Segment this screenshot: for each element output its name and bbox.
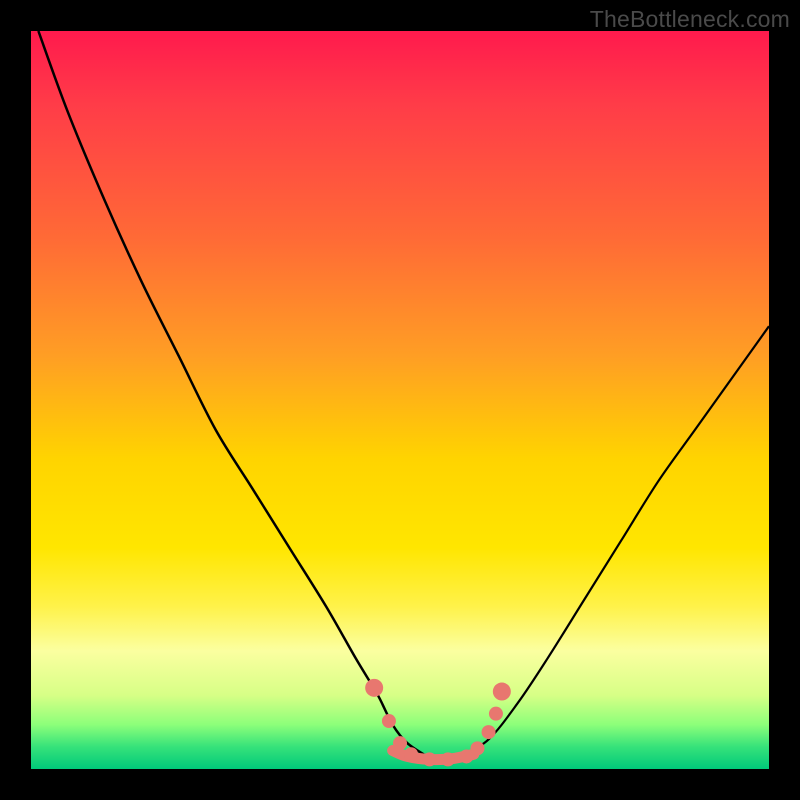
curve-marker (365, 679, 383, 697)
curve-marker (493, 683, 511, 701)
watermark-text: TheBottleneck.com (590, 6, 790, 33)
chart-frame: TheBottleneck.com (0, 0, 800, 800)
curve-layer (31, 31, 769, 769)
curve-marker (404, 747, 418, 761)
marker-group (365, 679, 511, 767)
curve-marker (489, 707, 503, 721)
curve-marker (482, 725, 496, 739)
plot-area (31, 31, 769, 769)
curve-marker (423, 752, 437, 766)
curve-marker (393, 736, 407, 750)
curve-marker (470, 741, 484, 755)
curve-left (38, 31, 429, 758)
curve-marker (441, 752, 455, 766)
curve-marker (382, 714, 396, 728)
